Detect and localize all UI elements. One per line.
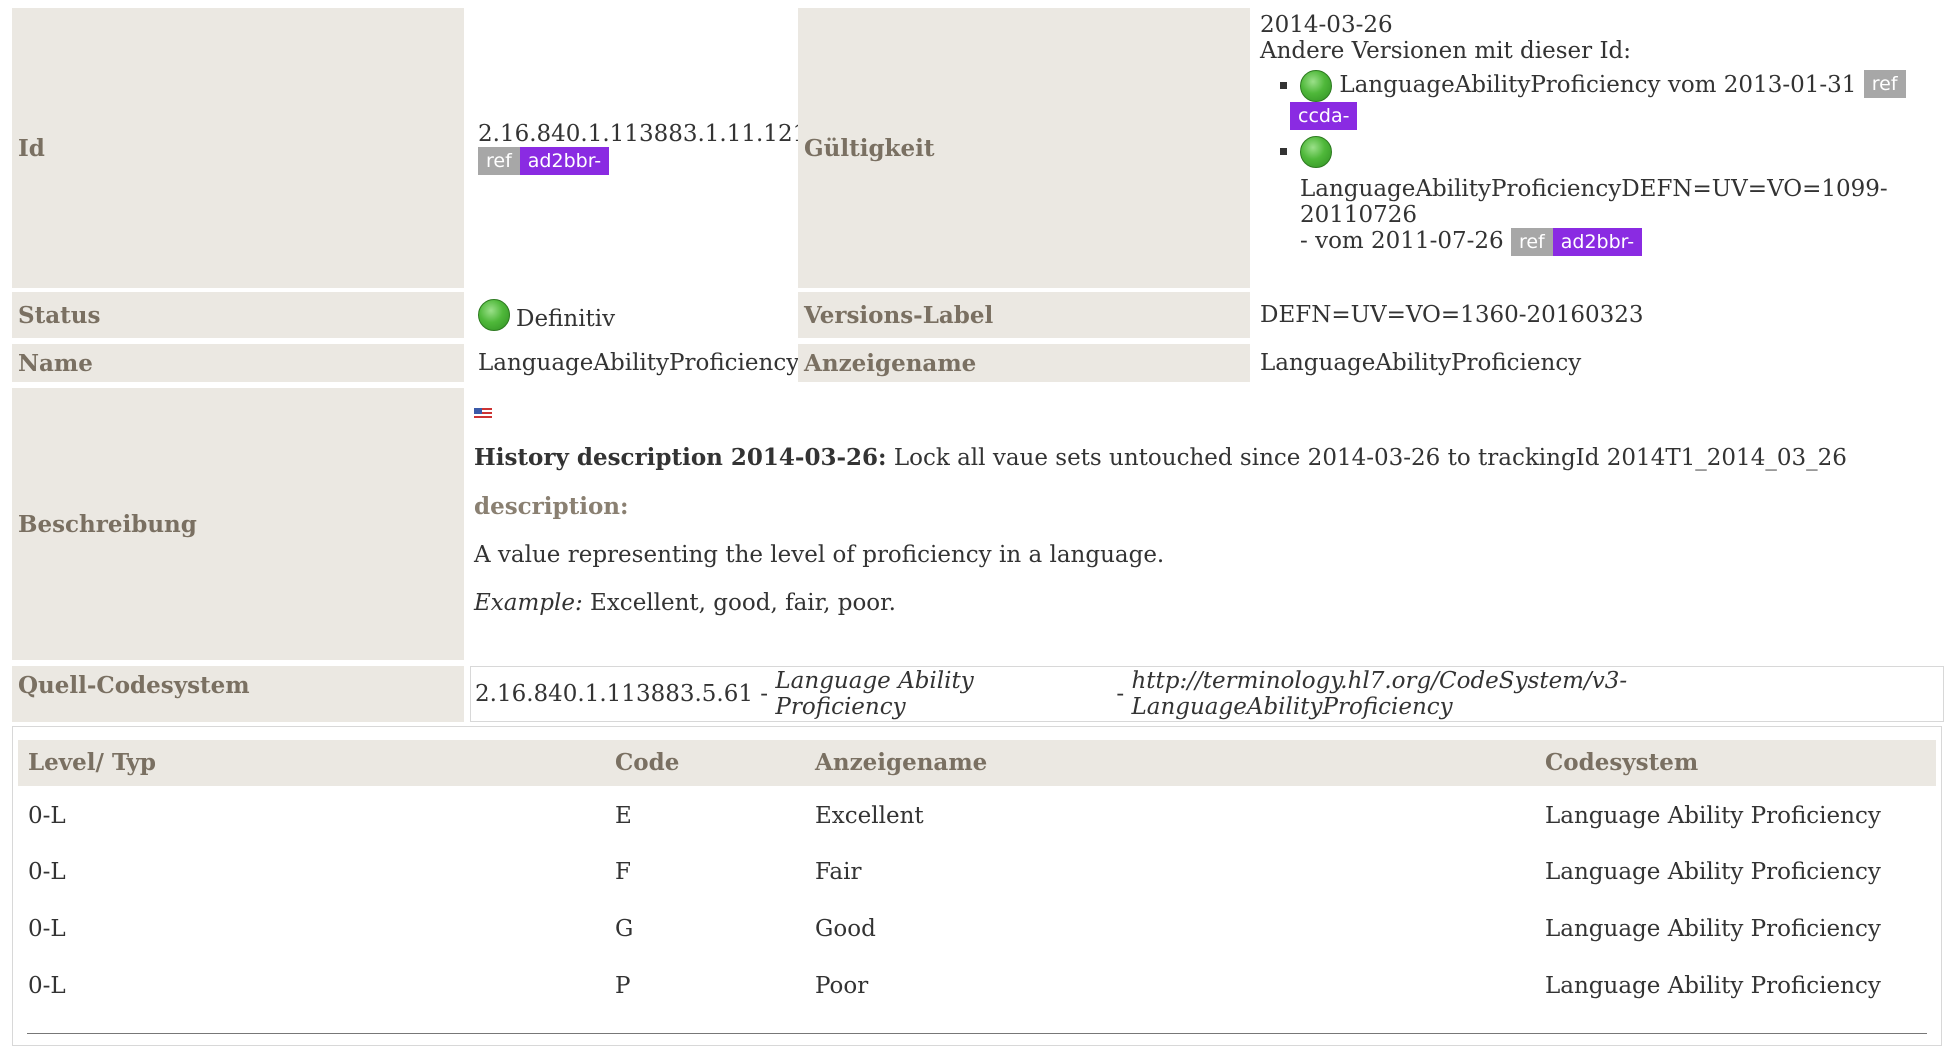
ref-badge[interactable]: ref [1510,228,1553,256]
version-item: LanguageAbilityProficiency vom 2013-01-3… [1290,70,1944,130]
cell-code: F [615,859,631,885]
separator: - [1109,681,1132,707]
example-text: Excellent, good, fair, poor. [590,590,896,616]
header-code: Code [615,749,680,776]
cell-display-name: Good [815,916,876,942]
validity-label: Gültigkeit [798,8,1250,288]
example-label: Example: [474,590,583,616]
prefix-badge[interactable]: ad2bbr- [1552,228,1643,256]
id-label: Id [12,8,464,288]
name-label: Name [12,344,464,382]
table-header: Level/ Typ Code Anzeigename Codesystem [18,740,1936,786]
id-value: 2.16.840.1.113883.1.11.12199 [478,121,837,147]
ref-badge[interactable]: ref [1863,70,1906,98]
cell-level: 0-L [28,803,66,829]
description-text: A value representing the level of profic… [474,542,1165,568]
version-link[interactable]: LanguageAbilityProficiencyDEFN=UV=VO=109… [1300,176,1944,228]
other-versions-label: Andere Versionen mit dieser Id: [1260,38,1632,64]
description-label: Beschreibung [12,388,464,660]
cell-display-name: Fair [815,859,862,885]
source-codesystem-value: 2.16.840.1.113883.5.61 - Language Abilit… [470,666,1944,722]
name-value: LanguageAbilityProficiency [468,344,799,382]
header-codesystem: Codesystem [1545,749,1699,776]
status-final-icon [1300,70,1332,102]
version-item: LanguageAbilityProficiencyDEFN=UV=VO=109… [1300,136,1944,256]
version-label-value: DEFN=UV=VO=1360-20160323 [1250,292,1944,338]
cell-codesystem: Language Ability Proficiency [1545,973,1881,999]
cell-level: 0-L [28,973,66,999]
description-value: History description 2014-03-26: Lock all… [474,400,1934,660]
version-link[interactable]: LanguageAbilityProficiency vom 2013-01-3… [1339,72,1856,98]
cell-level: 0-L [28,859,66,885]
cell-display-name: Poor [815,973,869,999]
history-description-text: Lock all vaue sets untouched since 2014-… [893,445,1847,471]
cell-codesystem: Language Ability Proficiency [1545,916,1881,942]
status-final-icon [1300,136,1332,168]
other-versions-list: LanguageAbilityProficiency vom 2013-01-3… [1260,70,1944,256]
cell-code: P [615,973,631,999]
cell-code: E [615,803,632,829]
display-name-value: LanguageAbilityProficiency [1250,344,1944,382]
cell-codesystem: Language Ability Proficiency [1545,859,1881,885]
prefix-badge[interactable]: ad2bbr- [519,147,610,175]
cell-level: 0-L [28,916,66,942]
status-label: Status [12,292,464,338]
cell-display-name: Excellent [815,803,924,829]
table-divider [27,1033,1927,1034]
us-flag-icon [474,408,492,420]
status-final-icon [478,299,510,331]
cell-code: G [615,916,634,942]
version-date: - vom 2011-07-26 [1300,228,1504,254]
version-label-label: Versions-Label [798,292,1250,338]
status-value-cell: Definitiv [468,292,794,338]
codesystem-name: Language Ability Proficiency [775,668,974,720]
header-display-name: Anzeigename [815,749,988,776]
source-codesystem-label: Quell-Codesystem [12,666,464,722]
codesystem-oid: 2.16.840.1.113883.5.61 [475,681,753,707]
codesystem-url[interactable]: http://terminology.hl7.org/CodeSystem/v3… [1131,668,1943,720]
cell-codesystem: Language Ability Proficiency [1545,803,1881,829]
display-name-label: Anzeigename [798,344,1250,382]
validity-date: 2014-03-26 [1260,12,1393,38]
validity-value-cell: 2014-03-26 Andere Versionen mit dieser I… [1260,12,1944,288]
header-level-type: Level/ Typ [28,749,156,776]
separator: - [753,681,776,707]
id-value-cell: 2.16.840.1.113883.1.11.12199 ref ad2bbr- [468,8,836,288]
concept-list-table: Level/ Typ Code Anzeigename Codesystem 0… [12,726,1942,1046]
status-value: Definitiv [516,306,616,332]
ref-badge[interactable]: ref [478,147,520,175]
prefix-badge[interactable]: ccda- [1290,102,1358,130]
description-heading: description: [474,493,629,520]
history-description-label: History description 2014-03-26: [474,444,887,471]
